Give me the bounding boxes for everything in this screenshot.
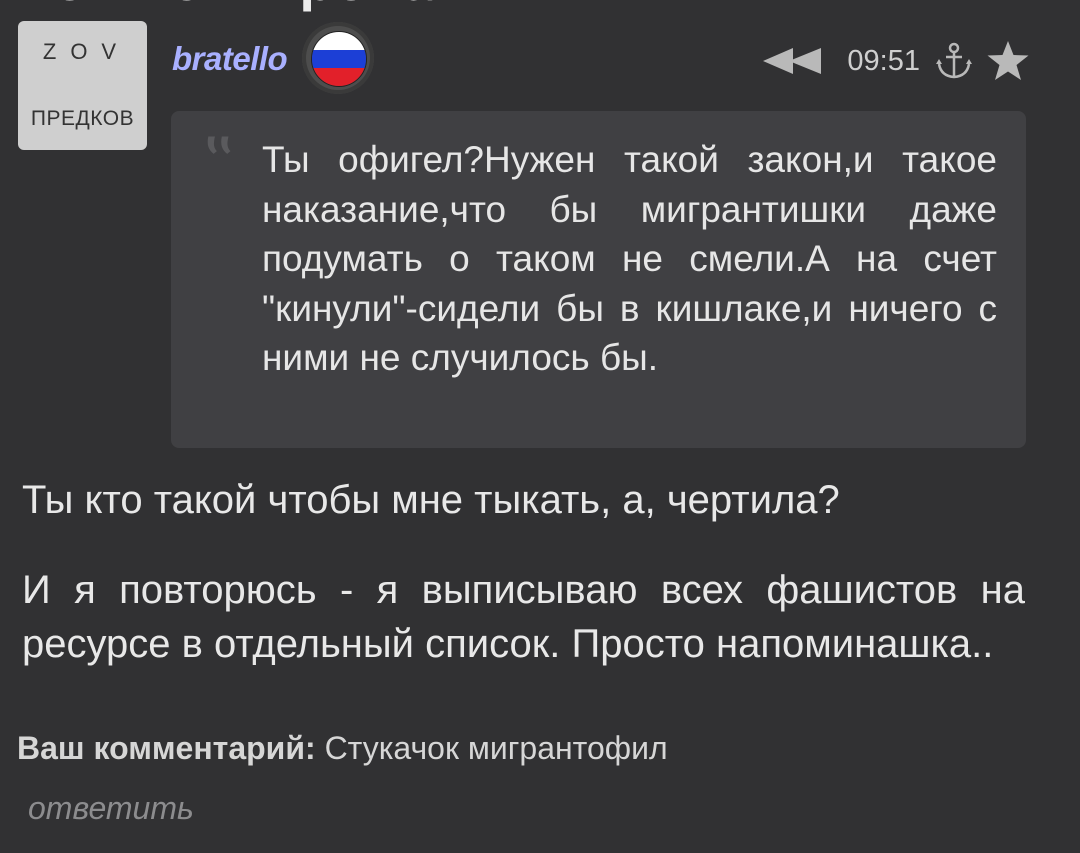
comment-text-line-2: И я повторюсь - я выписываю всех фашисто… bbox=[22, 568, 1025, 666]
avatar[interactable]: ZOV ПРЕДКОВ bbox=[18, 21, 147, 150]
your-comment-note: Ваш комментарий: Стукачок мигрантофил bbox=[17, 730, 668, 767]
avatar-text-top: ZOV bbox=[42, 39, 131, 64]
username-link[interactable]: bratello bbox=[172, 40, 288, 78]
flag-badge bbox=[302, 22, 374, 94]
your-comment-label: Ваш комментарий: bbox=[17, 730, 316, 766]
comment-text-line-1: Ты кто такой чтобы мне тыкать, а, чертил… bbox=[22, 478, 840, 522]
comment-meta: 09:51 bbox=[761, 40, 1030, 82]
avatar-text-bottom: ПРЕДКОВ bbox=[30, 107, 135, 130]
comment-time: 09:51 bbox=[847, 44, 920, 77]
quote-mark-icon: ‟ bbox=[201, 123, 237, 205]
quoted-comment: ‟ Ты офигел?Нужен такой закон,и такое на… bbox=[171, 111, 1026, 448]
page-title: Комментировать bbox=[18, 0, 497, 13]
quote-text: Ты офигел?Нужен такой закон,и такое нака… bbox=[262, 139, 997, 378]
rewind-icon[interactable] bbox=[761, 46, 823, 76]
anchor-icon[interactable] bbox=[936, 42, 972, 80]
reply-button[interactable]: ответить bbox=[28, 790, 194, 827]
star-icon[interactable] bbox=[986, 40, 1030, 82]
your-comment-value: Стукачок мигрантофил bbox=[324, 730, 668, 766]
